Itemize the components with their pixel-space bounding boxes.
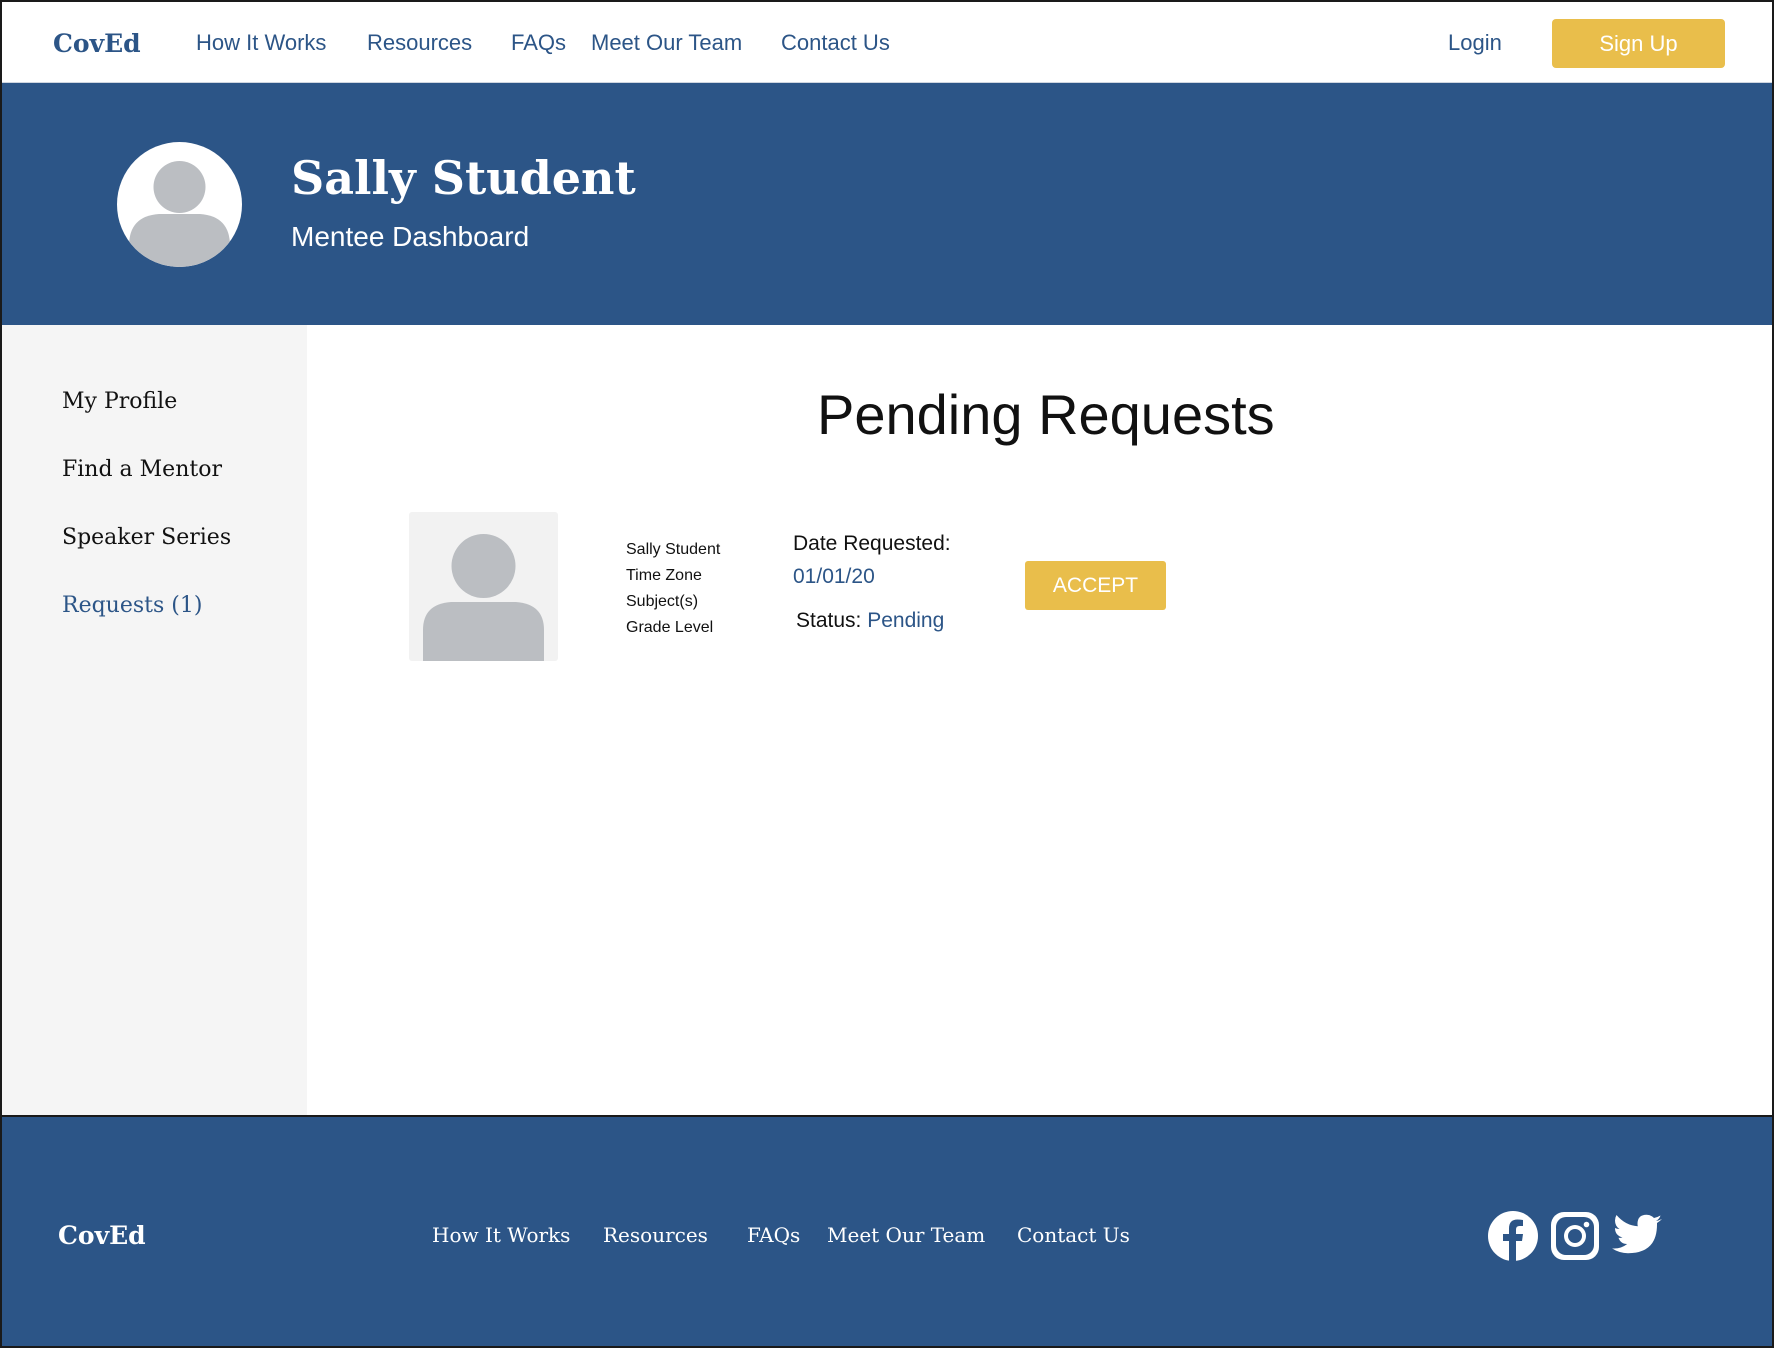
request-avatar bbox=[409, 512, 558, 661]
request-name: Sally Student bbox=[626, 541, 721, 558]
footer-link-contact-us[interactable]: Contact Us bbox=[1017, 1223, 1130, 1247]
request-status: Status: Pending bbox=[796, 609, 944, 633]
page-title: Pending Requests bbox=[817, 383, 1275, 446]
dashboard-subtitle: Mentee Dashboard bbox=[291, 221, 530, 252]
page-frame: CovEd How It Works Resources FAQs Meet O… bbox=[0, 0, 1774, 1348]
sidebar-item-my-profile[interactable]: My Profile bbox=[62, 389, 177, 414]
user-avatar-icon bbox=[423, 534, 544, 661]
request-time-zone: Time Zone bbox=[626, 567, 702, 584]
instagram-icon[interactable] bbox=[1549, 1210, 1601, 1262]
accept-button[interactable]: ACCEPT bbox=[1025, 561, 1166, 610]
nav-link-how-it-works[interactable]: How It Works bbox=[196, 30, 326, 56]
footer-link-how-it-works[interactable]: How It Works bbox=[432, 1223, 570, 1247]
footer: CovEd How It Works Resources FAQs Meet O… bbox=[2, 1115, 1772, 1346]
twitter-icon[interactable] bbox=[1611, 1210, 1663, 1262]
request-subjects: Subject(s) bbox=[626, 593, 699, 610]
request-grade-level: Grade Level bbox=[626, 619, 714, 636]
login-link[interactable]: Login bbox=[1448, 30, 1502, 56]
top-nav: CovEd How It Works Resources FAQs Meet O… bbox=[2, 2, 1772, 83]
signup-button[interactable]: Sign Up bbox=[1552, 19, 1725, 68]
date-requested-value: 01/01/20 bbox=[793, 565, 875, 588]
footer-link-resources[interactable]: Resources bbox=[603, 1223, 708, 1247]
request-details: Sally Student Time Zone Subject(s) Grade… bbox=[626, 537, 720, 641]
facebook-icon[interactable] bbox=[1487, 1210, 1539, 1262]
profile-banner: Sally Student Mentee Dashboard bbox=[2, 83, 1772, 325]
status-label: Status: bbox=[796, 609, 862, 632]
status-value: Pending bbox=[867, 609, 945, 632]
footer-link-meet-our-team[interactable]: Meet Our Team bbox=[827, 1223, 985, 1247]
sidebar-item-requests[interactable]: Requests (1) bbox=[62, 593, 202, 618]
user-avatar-icon bbox=[129, 161, 230, 267]
nav-link-faqs[interactable]: FAQs bbox=[511, 30, 566, 56]
nav-link-contact-us[interactable]: Contact Us bbox=[781, 30, 890, 56]
nav-link-meet-our-team[interactable]: Meet Our Team bbox=[591, 30, 742, 56]
sidebar-item-find-a-mentor[interactable]: Find a Mentor bbox=[62, 457, 222, 482]
sidebar: My Profile Find a Mentor Speaker Series … bbox=[2, 325, 307, 1115]
date-requested-label: Date Requested: bbox=[793, 532, 951, 555]
footer-link-faqs[interactable]: FAQs bbox=[747, 1223, 800, 1247]
sidebar-item-speaker-series[interactable]: Speaker Series bbox=[62, 525, 231, 550]
nav-link-resources[interactable]: Resources bbox=[367, 30, 472, 56]
avatar bbox=[117, 142, 242, 267]
footer-logo[interactable]: CovEd bbox=[58, 1221, 146, 1250]
logo[interactable]: CovEd bbox=[53, 29, 141, 58]
user-name: Sally Student bbox=[291, 151, 636, 205]
